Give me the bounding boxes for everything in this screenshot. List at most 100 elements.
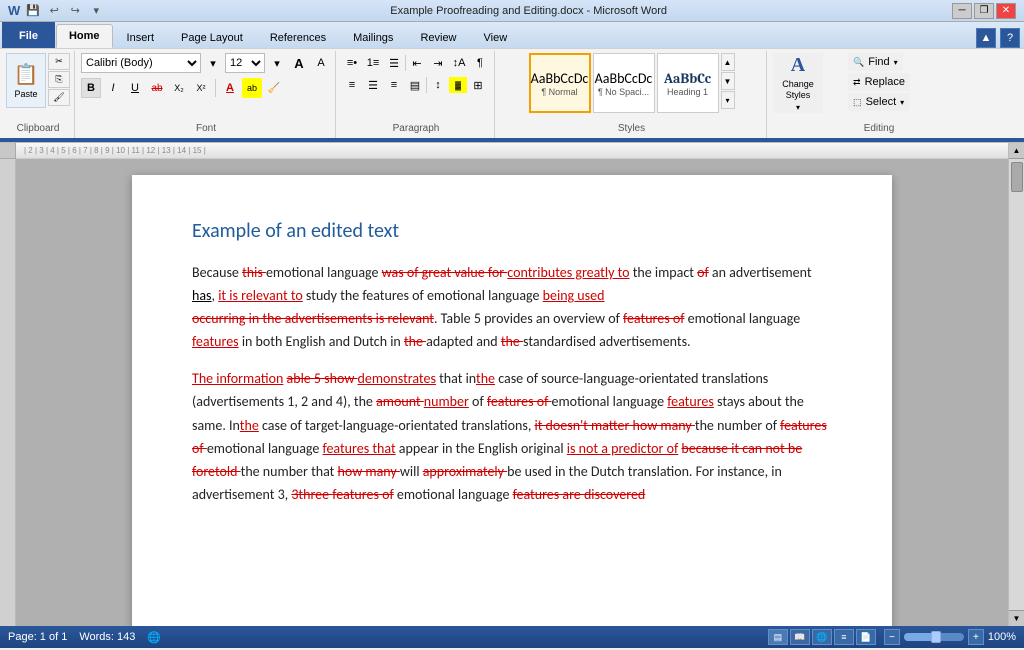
redo-button[interactable]: ↪ bbox=[66, 2, 84, 20]
style-no-spacing[interactable]: AaBbCcDc ¶ No Spaci... bbox=[593, 53, 655, 113]
justify-button[interactable]: ▤ bbox=[405, 75, 425, 95]
superscript-button[interactable]: X² bbox=[191, 78, 211, 98]
print-layout-button[interactable]: ▤ bbox=[768, 629, 788, 645]
style-normal[interactable]: AaBbCcDc ¶ Normal bbox=[529, 53, 591, 113]
change-styles-button[interactable]: A ChangeStyles ▾ bbox=[773, 53, 823, 113]
p1-s20: the bbox=[404, 333, 426, 350]
font-label: Font bbox=[196, 121, 216, 136]
document-area: | 2 | 3 | 4 | 5 | 6 | 7 | 8 | 9 | 10 | 1… bbox=[0, 143, 1024, 626]
window-title: Example Proofreading and Editing.docx - … bbox=[105, 5, 952, 17]
document-scroll-area[interactable]: Example of an edited text Because this e… bbox=[16, 159, 1008, 626]
font-size-select[interactable]: 12 bbox=[225, 53, 265, 73]
format-painter-button[interactable]: 🖌 bbox=[48, 89, 70, 106]
increase-font-button[interactable]: A bbox=[289, 53, 309, 73]
underline-button[interactable]: U bbox=[125, 78, 145, 98]
find-icon: 🔍 bbox=[853, 57, 864, 68]
p1-s11: it is relevant to bbox=[218, 287, 303, 304]
paste-button[interactable]: 📋 Paste bbox=[6, 53, 46, 108]
tab-view[interactable]: View bbox=[471, 26, 521, 48]
p2-s27: is not a predictor of bbox=[567, 440, 678, 457]
window-controls: ─ ❐ ✕ bbox=[952, 3, 1016, 19]
find-button[interactable]: 🔍 Find ▾ bbox=[848, 53, 903, 71]
tab-insert[interactable]: Insert bbox=[114, 26, 168, 48]
change-styles-group: A ChangeStyles ▾ . bbox=[769, 51, 827, 138]
style-heading1-text: AaBbCc bbox=[664, 70, 711, 87]
status-bar: Page: 1 of 1 Words: 143 🌐 ▤ 📖 🌐 ≡ 📄 − + … bbox=[0, 626, 1024, 648]
style-heading1[interactable]: AaBbCc Heading 1 bbox=[657, 53, 719, 113]
select-icon: ⬚ bbox=[853, 97, 862, 108]
p2-s38: features are discovered bbox=[513, 486, 646, 503]
borders-button[interactable]: ⊞ bbox=[468, 75, 488, 95]
draft-button[interactable]: 📄 bbox=[856, 629, 876, 645]
subscript-button[interactable]: X₂ bbox=[169, 78, 189, 98]
paragraph-label: Paragraph bbox=[393, 121, 440, 136]
sort-button[interactable]: ↕A bbox=[449, 53, 469, 73]
tab-file[interactable]: File bbox=[2, 22, 55, 48]
highlight-button[interactable]: ab bbox=[242, 78, 262, 98]
decrease-font-button[interactable]: A bbox=[311, 53, 331, 73]
tab-home[interactable]: Home bbox=[56, 24, 113, 48]
copy-button[interactable]: ⎘ bbox=[48, 71, 70, 88]
zoom-out-button[interactable]: − bbox=[884, 629, 900, 645]
font-name-select[interactable]: Calibri (Body) bbox=[81, 53, 201, 73]
align-left-button[interactable]: ≡ bbox=[342, 75, 362, 95]
replace-button[interactable]: ⇄ Replace bbox=[848, 73, 910, 91]
clear-format-button[interactable]: 🧹 bbox=[264, 78, 284, 98]
change-styles-group-label: . bbox=[797, 122, 800, 136]
bullets-button[interactable]: ≡• bbox=[342, 53, 362, 73]
tab-bar: File Home Insert Page Layout References … bbox=[0, 22, 1024, 48]
restore-button[interactable]: ❐ bbox=[974, 3, 994, 19]
font-size-dropdown[interactable]: ▾ bbox=[267, 53, 287, 73]
quick-access-dropdown[interactable]: ▾ bbox=[87, 2, 105, 20]
style-no-spacing-label: ¶ No Spaci... bbox=[598, 87, 649, 97]
tab-review[interactable]: Review bbox=[407, 26, 469, 48]
p1-s8: an advertisement bbox=[709, 264, 812, 281]
italic-button[interactable]: I bbox=[103, 78, 123, 98]
vertical-scrollbar: ▲ ▼ bbox=[1008, 143, 1024, 626]
p2-s31: how many bbox=[338, 463, 400, 480]
tab-references[interactable]: References bbox=[257, 26, 339, 48]
cut-button[interactable]: ✂ bbox=[48, 53, 70, 70]
clipboard-group-content: 📋 Paste ✂ ⎘ 🖌 bbox=[6, 53, 70, 121]
p1-s7: of bbox=[697, 264, 709, 281]
styles-scroll-up[interactable]: ▲ bbox=[721, 53, 735, 71]
scroll-down-button[interactable]: ▼ bbox=[1009, 610, 1024, 626]
tab-mailings[interactable]: Mailings bbox=[340, 26, 406, 48]
align-right-button[interactable]: ≡ bbox=[384, 75, 404, 95]
multilevel-list-button[interactable]: ☰ bbox=[384, 53, 404, 73]
decrease-indent-button[interactable]: ⇤ bbox=[407, 53, 427, 73]
ribbon-minimize-button[interactable]: ▲ bbox=[976, 28, 996, 48]
increase-indent-button[interactable]: ⇥ bbox=[428, 53, 448, 73]
line-spacing-button[interactable]: ↕ bbox=[428, 75, 448, 95]
scroll-thumb[interactable] bbox=[1011, 162, 1023, 192]
help-button[interactable]: ? bbox=[1000, 28, 1020, 48]
ribbon-bottom-accent bbox=[0, 138, 1024, 142]
save-button[interactable]: 💾 bbox=[24, 2, 42, 20]
close-button[interactable]: ✕ bbox=[996, 3, 1016, 19]
style-normal-text: AaBbCcDc bbox=[531, 70, 589, 87]
p2-s14: emotional language bbox=[552, 393, 668, 410]
zoom-slider-track bbox=[904, 633, 964, 641]
styles-more[interactable]: ▾ bbox=[721, 91, 735, 109]
shading-button[interactable]: ▓ bbox=[449, 77, 467, 93]
align-center-button[interactable]: ☰ bbox=[363, 75, 383, 95]
undo-button[interactable]: ↩ bbox=[45, 2, 63, 20]
p2-s15: features bbox=[667, 393, 714, 410]
text-color-button[interactable]: A bbox=[220, 78, 240, 98]
show-formatting-button[interactable]: ¶ bbox=[470, 53, 490, 73]
bold-button[interactable]: B bbox=[81, 78, 101, 98]
font-name-dropdown[interactable]: ▾ bbox=[203, 53, 223, 73]
strikethrough-button[interactable]: ab bbox=[147, 78, 167, 98]
tab-page-layout[interactable]: Page Layout bbox=[168, 26, 256, 48]
scroll-up-button[interactable]: ▲ bbox=[1009, 143, 1024, 159]
minimize-button[interactable]: ─ bbox=[952, 3, 972, 19]
numbering-button[interactable]: 1≡ bbox=[363, 53, 383, 73]
zoom-in-button[interactable]: + bbox=[968, 629, 984, 645]
select-button[interactable]: ⬚ Select ▾ bbox=[848, 93, 909, 111]
zoom-slider-thumb[interactable] bbox=[931, 631, 941, 643]
outline-button[interactable]: ≡ bbox=[834, 629, 854, 645]
styles-scroll-buttons: ▲ ▼ ▾ bbox=[721, 53, 735, 109]
styles-scroll-down[interactable]: ▼ bbox=[721, 72, 735, 90]
full-reading-button[interactable]: 📖 bbox=[790, 629, 810, 645]
web-layout-button[interactable]: 🌐 bbox=[812, 629, 832, 645]
